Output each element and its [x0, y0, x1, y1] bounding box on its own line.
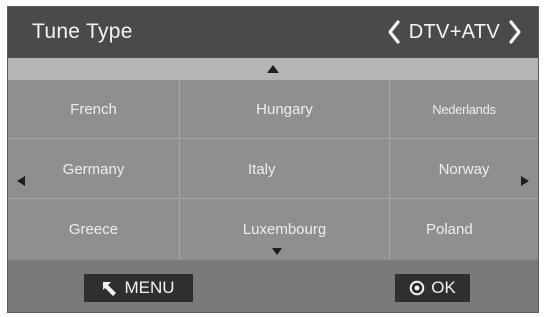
scroll-right-icon[interactable]	[521, 176, 529, 186]
tune-type-selector[interactable]: DTV+ATV	[385, 15, 524, 49]
back-arrow-icon	[103, 282, 117, 296]
circle-dot-icon	[409, 280, 425, 296]
chevron-right-icon[interactable]	[506, 18, 524, 46]
page-title: Tune Type	[32, 20, 133, 43]
menu-button[interactable]: MENU	[84, 274, 193, 302]
chevron-left-icon[interactable]	[385, 18, 403, 46]
scroll-up-bar[interactable]	[8, 58, 538, 80]
country-cell[interactable]: Luxembourg	[180, 200, 390, 259]
country-cell[interactable]: Nederlands	[390, 80, 538, 139]
country-cell[interactable]: Norway	[390, 140, 538, 199]
scroll-left-icon[interactable]	[17, 176, 25, 186]
ok-button[interactable]: OK	[395, 274, 470, 302]
country-cell[interactable]: Hungary	[180, 80, 390, 139]
footer-bar: MENU OK	[8, 260, 538, 312]
tune-type-panel: Tune Type DTV+ATV French Hungary Nederla…	[7, 6, 539, 313]
country-grid: French Hungary Nederlands Germany Italy …	[8, 80, 538, 260]
ok-button-label: OK	[431, 278, 456, 297]
scroll-down-icon[interactable]	[272, 248, 282, 255]
country-cell[interactable]: Greece	[8, 200, 180, 259]
header-bar: Tune Type DTV+ATV	[8, 7, 538, 58]
country-cell[interactable]: Poland	[390, 200, 538, 259]
menu-button-label: MENU	[124, 278, 175, 297]
country-cell[interactable]: French	[8, 80, 180, 139]
tune-type-value: DTV+ATV	[408, 20, 500, 43]
country-cell[interactable]: Italy	[180, 140, 390, 199]
scroll-up-icon[interactable]	[267, 65, 279, 73]
country-cell[interactable]: Germany	[8, 140, 180, 199]
